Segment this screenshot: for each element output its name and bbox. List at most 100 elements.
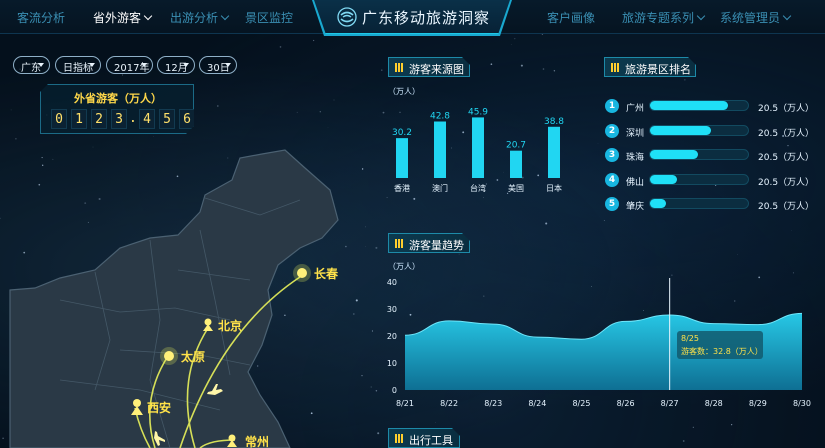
metric-select[interactable]: 日指标 <box>55 56 101 74</box>
star <box>490 63 493 66</box>
china-mobile-logo-icon <box>337 7 357 27</box>
counter-digit: 4 <box>139 109 155 129</box>
nav-item-scenic-monitor[interactable]: 景区监控 <box>245 9 293 26</box>
bar[interactable] <box>510 150 522 178</box>
china-migration-map[interactable]: 长春 北京 太原 西安 常州 <box>0 140 370 448</box>
star <box>458 253 460 255</box>
year-select[interactable]: 2017年 <box>106 56 153 74</box>
chevron-down-icon <box>220 11 230 21</box>
star <box>542 68 545 70</box>
nav-item-passenger-flow[interactable]: 客流分析 <box>17 9 65 26</box>
rank-city-name: 珠海 <box>626 153 645 163</box>
city-label-taiyuan: 太原 <box>181 350 206 364</box>
title-bars-icon <box>395 434 403 443</box>
rank-number: 4 <box>605 172 619 187</box>
nav-item-system-admin[interactable]: 系统管理员 <box>720 9 792 26</box>
star <box>381 69 383 71</box>
star <box>435 422 436 423</box>
star <box>737 254 738 255</box>
y-tick-label: 20 <box>387 332 397 341</box>
rank-progress-fill <box>650 101 729 110</box>
dropdown-arrow-icon <box>183 63 189 67</box>
x-tick-label: 8/25 <box>572 399 590 408</box>
title-bars-icon <box>395 63 403 72</box>
star <box>122 74 123 76</box>
rank-progress-fill <box>650 174 678 184</box>
star <box>312 39 315 42</box>
star <box>333 99 335 101</box>
day-select[interactable]: 30日 <box>199 56 237 74</box>
nav-item-out-of-province[interactable]: 省外游客 <box>93 9 153 26</box>
nav-item-customer-profile[interactable]: 客户画像 <box>547 9 595 26</box>
trend-unit-label: （万人） <box>388 262 420 271</box>
rank-number: 3 <box>605 148 619 162</box>
bar[interactable] <box>548 126 560 178</box>
month-select[interactable]: 12月 <box>157 56 195 74</box>
star <box>545 222 548 225</box>
rank-number: 1 <box>605 99 619 113</box>
x-tick-label: 8/27 <box>661 399 679 408</box>
trend-panel-title: 游客量趋势 <box>388 233 470 253</box>
tooltip-date: 8/25 <box>681 334 699 343</box>
rank-number: 5 <box>605 197 619 211</box>
land-mass <box>9 149 339 448</box>
star <box>787 145 789 147</box>
source-unit-label: （万人） <box>388 87 420 96</box>
bar-category-label: 台湾 <box>470 183 486 193</box>
rank-progress-track <box>649 124 749 136</box>
rank-progress-track <box>649 173 749 185</box>
counter-digit: 1 <box>71 109 87 129</box>
bar[interactable] <box>434 121 446 178</box>
nav-item-travel-analysis[interactable]: 出游分析 <box>170 9 230 26</box>
rank-number: 2 <box>605 123 619 138</box>
star <box>375 246 378 249</box>
city-label-beijing: 北京 <box>218 319 243 333</box>
bar[interactable] <box>396 138 408 178</box>
rank-value: 20.5（万人） <box>758 177 815 188</box>
source-panel-title: 游客来源图 <box>388 57 470 77</box>
city-label-changzhou: 常州 <box>245 435 270 448</box>
app-title: 广东移动旅游洞察 <box>362 9 491 27</box>
star <box>731 424 733 426</box>
bar-value-label: 30.2 <box>392 128 412 138</box>
y-tick-label: 40 <box>387 278 397 287</box>
y-tick-label: 10 <box>387 359 397 368</box>
y-tick-label: 0 <box>392 386 397 395</box>
star <box>216 105 219 107</box>
map-canvas <box>9 149 339 448</box>
star <box>715 184 717 187</box>
province-select[interactable]: 广东 <box>13 56 50 74</box>
nav-item-tourism-topics[interactable]: 旅游专题系列 <box>622 9 706 26</box>
counter-title: 外省游客（万人） <box>74 92 162 105</box>
bar[interactable] <box>472 117 484 178</box>
counter-digit: 2 <box>91 109 107 129</box>
dropdown-arrow-icon <box>38 63 44 67</box>
star <box>553 70 556 72</box>
visitor-source-bar-chart[interactable]: 30.2 香港 42.8 澳门 45.9 台湾 20.7 美国 38.8 日本 <box>386 100 586 200</box>
rank-progress-fill <box>650 125 711 135</box>
dropdown-arrow-icon <box>225 63 231 67</box>
star <box>684 79 686 81</box>
x-tick-label: 8/22 <box>440 399 458 408</box>
star <box>377 432 380 435</box>
rank-value: 20.5（万人） <box>758 104 815 114</box>
title-bars-icon <box>395 239 403 248</box>
bar-value-label: 42.8 <box>430 112 450 122</box>
star <box>603 220 605 221</box>
chevron-down-icon <box>696 11 706 21</box>
star <box>510 44 512 45</box>
bar-value-label: 20.7 <box>506 141 526 151</box>
star <box>296 111 298 113</box>
tooltip-value: 游客数：32.8（万人） <box>681 347 763 356</box>
chevron-down-icon <box>143 11 153 21</box>
rank-city-name: 深圳 <box>626 128 645 139</box>
star <box>319 111 321 113</box>
bar-value-label: 45.9 <box>468 107 488 117</box>
star <box>371 330 373 332</box>
rank-progress-fill <box>650 199 666 208</box>
rank-value: 20.5（万人） <box>758 202 815 212</box>
visitor-counter: 外省游客（万人） 0 1 2 3 . 4 5 6 <box>40 84 194 134</box>
rank-progress-fill <box>650 150 699 159</box>
star <box>375 390 378 392</box>
rank-value: 20.5（万人） <box>758 153 815 163</box>
